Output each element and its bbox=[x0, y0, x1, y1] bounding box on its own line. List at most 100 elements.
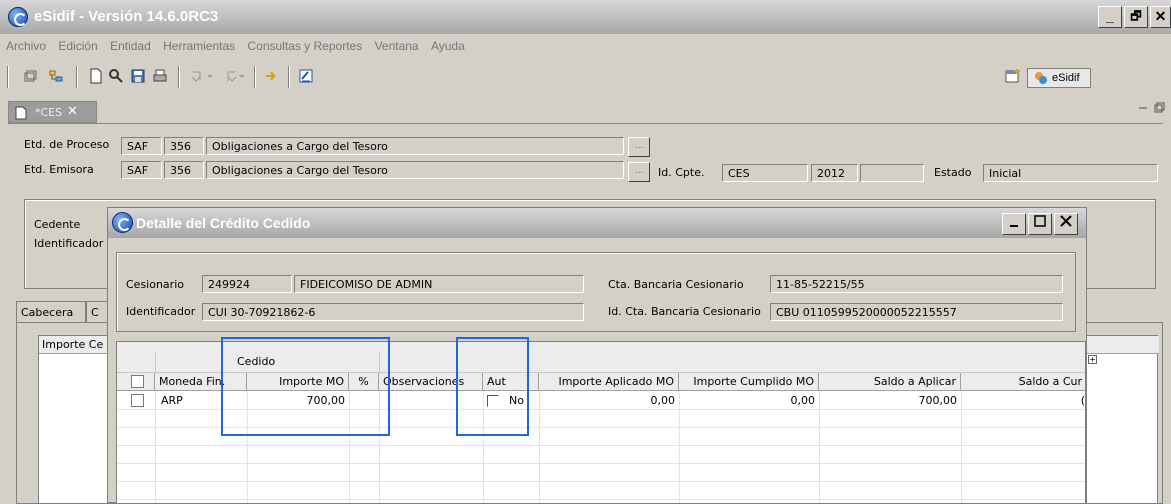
back-icon[interactable] bbox=[190, 68, 206, 84]
cedente-label: Cedente bbox=[34, 218, 81, 231]
select-all-checkbox[interactable] bbox=[131, 375, 144, 388]
id-cpte-numero-field[interactable] bbox=[860, 164, 924, 182]
etd-proceso-descripcion-field: Obligaciones a Cargo del Tesoro bbox=[206, 137, 624, 155]
column-line bbox=[961, 391, 962, 503]
tab-ces-label: *CES bbox=[35, 106, 63, 119]
highlight-box-importe bbox=[221, 337, 390, 436]
col-importe-aplicado[interactable]: Importe Aplicado MO bbox=[539, 373, 679, 391]
estado-label: Estado bbox=[934, 166, 972, 179]
etd-proceso-tipo-field[interactable]: SAF bbox=[121, 137, 162, 155]
row-importe-cumplido: 0,00 bbox=[790, 394, 816, 407]
print-icon[interactable] bbox=[152, 68, 168, 84]
perspective-icon bbox=[1034, 71, 1048, 85]
toolbar-separator bbox=[76, 66, 78, 88]
minimize-button[interactable]: _ bbox=[1098, 6, 1122, 28]
identificador-label: Identificador bbox=[34, 237, 104, 250]
etd-emisora-tipo-field[interactable]: SAF bbox=[121, 161, 162, 179]
row-saldo-cur: ( bbox=[1080, 394, 1085, 407]
forward-icon[interactable] bbox=[222, 68, 238, 84]
cta-bancaria-label: Cta. Bancaria Cesionario bbox=[608, 278, 744, 291]
new-document-icon[interactable] bbox=[88, 68, 104, 84]
dialog-title-bar: Detalle del Crédito Cedido bbox=[108, 208, 1086, 238]
dropdown-arrow-icon[interactable] bbox=[238, 68, 246, 84]
dialog-title: Detalle del Crédito Cedido bbox=[136, 215, 311, 231]
row-line bbox=[117, 445, 1085, 446]
search-icon[interactable] bbox=[108, 68, 124, 84]
perspective-label: eSidif bbox=[1052, 72, 1080, 84]
cta-bancaria-field[interactable]: 11-85-52215/55 bbox=[770, 275, 1063, 293]
id-cpte-label: Id. Cpte. bbox=[658, 166, 705, 179]
dropdown-arrow-icon[interactable] bbox=[206, 68, 214, 84]
row-importe-aplicado: 0,00 bbox=[650, 394, 676, 407]
importe-column-label: Importe Ce bbox=[42, 338, 104, 351]
id-cpte-anio-field[interactable]: 2012 bbox=[811, 164, 858, 182]
col-saldo-aplicar[interactable]: Saldo a Aplicar bbox=[819, 373, 961, 391]
toolbar-separator bbox=[288, 66, 290, 88]
col-importe-cumplido[interactable]: Importe Cumplido MO bbox=[679, 373, 819, 391]
dialog-maximize-button[interactable] bbox=[1028, 213, 1052, 235]
menu-herramientas[interactable]: Herramientas bbox=[157, 36, 238, 53]
row-line bbox=[117, 499, 1085, 500]
edit-form-icon[interactable] bbox=[298, 68, 314, 84]
view-maximize-icon[interactable] bbox=[1154, 102, 1166, 114]
open-perspective-icon[interactable] bbox=[1005, 68, 1021, 84]
maximize-button[interactable]: 🗗 bbox=[1124, 6, 1148, 28]
dialog-close-button[interactable] bbox=[1054, 213, 1078, 235]
importe-column-header: Importe Ce bbox=[39, 336, 109, 354]
dialog-minimize-button[interactable] bbox=[1002, 213, 1026, 235]
etd-emisora-lookup-button[interactable]: ... bbox=[628, 162, 650, 182]
navigate-icon[interactable] bbox=[264, 68, 280, 84]
view-minimize-icon[interactable] bbox=[1138, 103, 1148, 113]
row-saldo-aplicar: 700,00 bbox=[918, 394, 958, 407]
document-icon bbox=[15, 106, 27, 120]
toolbar: eSidif bbox=[0, 60, 1171, 94]
menu-ventana[interactable]: Ventana bbox=[369, 36, 422, 53]
menu-edicion[interactable]: Edición bbox=[52, 36, 100, 53]
cesionario-codigo-field[interactable]: 249924 bbox=[202, 275, 292, 293]
window-title-bar: eSidif - Versión 14.6.0RC3 _ 🗗 ✕ bbox=[0, 0, 1171, 34]
column-line bbox=[679, 391, 680, 503]
id-cpte-tipo-field[interactable]: CES bbox=[722, 164, 808, 182]
esidif-logo-icon bbox=[8, 7, 28, 27]
row-line bbox=[117, 463, 1085, 464]
row-moneda: ARP bbox=[161, 394, 183, 407]
col-saldo-cur[interactable]: Saldo a Cur bbox=[961, 373, 1085, 391]
tab-close-icon[interactable]: ✕ bbox=[67, 104, 78, 119]
tree-icon[interactable] bbox=[48, 68, 64, 84]
save-icon[interactable] bbox=[130, 68, 146, 84]
id-cta-bancaria-field: CBU 0110599520000052215557 bbox=[770, 303, 1063, 321]
tab-ces[interactable]: *CES ✕ bbox=[8, 101, 97, 123]
menu-ayuda[interactable]: Ayuda bbox=[425, 36, 468, 53]
etd-emisora-codigo-field[interactable]: 356 bbox=[164, 161, 204, 179]
menu-entidad[interactable]: Entidad bbox=[104, 36, 154, 53]
row-line bbox=[117, 481, 1085, 482]
cesionario-nombre-field: FIDEICOMISO DE ADMIN bbox=[294, 275, 584, 293]
tab-second-label: C bbox=[91, 306, 99, 319]
identificador-field: CUI 30-70921862-6 bbox=[202, 303, 584, 321]
esidif-logo-icon bbox=[112, 212, 133, 233]
close-button[interactable]: ✕ bbox=[1150, 6, 1171, 28]
select-all-header bbox=[117, 373, 155, 391]
expand-icon[interactable]: + bbox=[1088, 355, 1097, 364]
column-line bbox=[819, 391, 820, 503]
id-cta-bancaria-label: Id. Cta. Bancaria Cesionario bbox=[608, 305, 761, 318]
column-line bbox=[155, 391, 156, 503]
etd-proceso-codigo-field[interactable]: 356 bbox=[164, 137, 204, 155]
column-line bbox=[539, 391, 540, 503]
toolbar-separator bbox=[178, 66, 180, 88]
esidif-perspective-button[interactable]: eSidif bbox=[1027, 68, 1091, 88]
tab-cabecera-label: Cabecera bbox=[21, 306, 74, 319]
etd-proceso-lookup-button[interactable]: ... bbox=[628, 137, 650, 157]
row-select-checkbox[interactable] bbox=[131, 394, 144, 407]
toolbar-separator bbox=[7, 66, 9, 88]
right-column-header bbox=[1085, 336, 1159, 354]
etd-proceso-label: Etd. de Proceso bbox=[24, 138, 110, 151]
restore-icon[interactable] bbox=[22, 68, 38, 84]
window-title: eSidif - Versión 14.6.0RC3 bbox=[34, 8, 219, 25]
menu-consultas[interactable]: Consultas y Reportes bbox=[241, 36, 365, 53]
etd-emisora-label: Etd. Emisora bbox=[24, 163, 94, 176]
highlight-box-aut bbox=[456, 337, 529, 436]
menu-archivo[interactable]: Archivo bbox=[0, 36, 49, 53]
etd-emisora-descripcion-field: Obligaciones a Cargo del Tesoro bbox=[206, 161, 624, 179]
tab-cabecera[interactable]: Cabecera bbox=[16, 301, 86, 322]
